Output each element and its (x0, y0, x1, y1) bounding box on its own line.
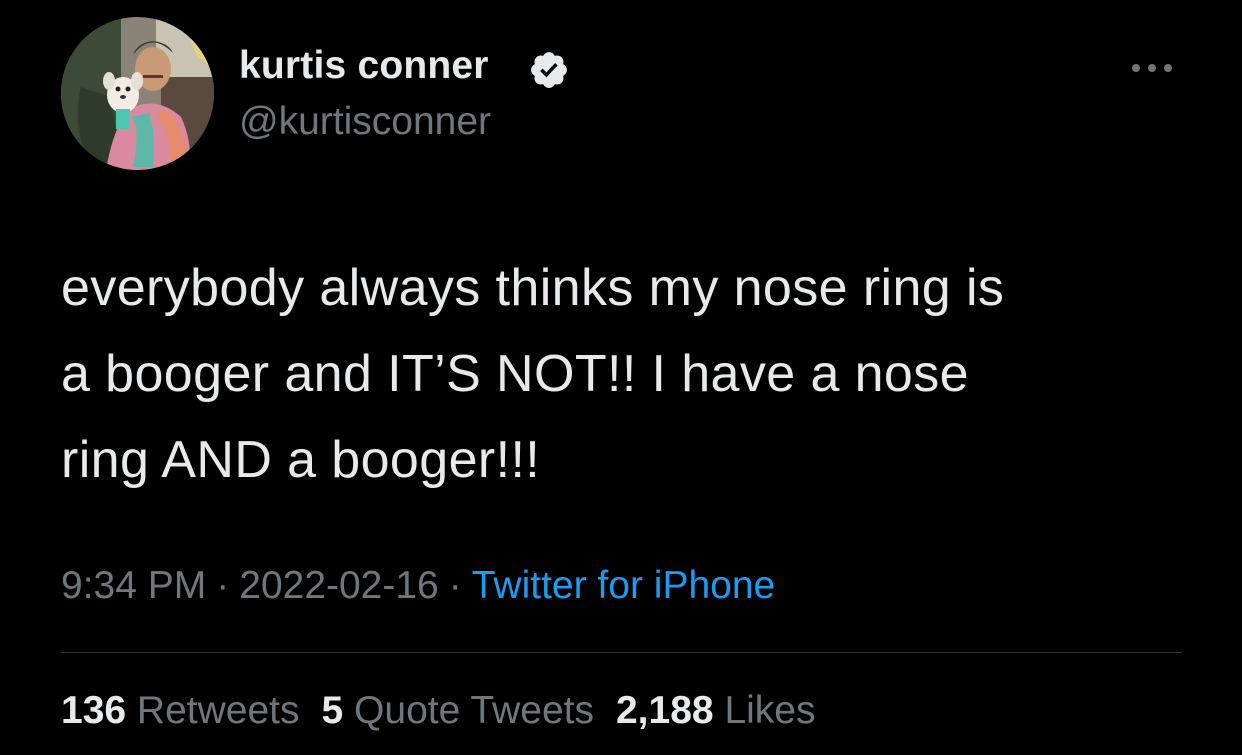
tweet-date[interactable]: 2022-02-16 (239, 564, 439, 607)
tweet-stats: 136 Retweets 5 Quote Tweets 2,188 Likes (61, 689, 837, 733)
retweets-count: 136 (61, 689, 127, 732)
tweet-source-link[interactable]: Twitter for iPhone (472, 564, 775, 607)
likes-count: 2,188 (615, 689, 714, 732)
divider (61, 652, 1182, 653)
tweet-text: everybody always thinks my nose ring is … (61, 259, 1005, 489)
avatar[interactable] (61, 17, 214, 170)
likes-stat[interactable]: 2,188 Likes (616, 689, 816, 732)
more-horizontal-icon[interactable] (1126, 50, 1178, 86)
tweet-card: kurtis conner @kurtisconner everybody al… (0, 0, 1242, 755)
display-name[interactable]: kurtis conner (239, 44, 489, 88)
meta-separator: · (216, 564, 230, 607)
user-handle[interactable]: @kurtisconner (239, 100, 491, 144)
retweets-label: Retweets (136, 689, 300, 732)
likes-label: Likes (724, 689, 816, 732)
retweets-stat[interactable]: 136 Retweets (61, 689, 300, 732)
verified-badge-icon (531, 52, 567, 88)
tweet-time[interactable]: 9:34 PM (61, 564, 206, 607)
quote-tweets-stat[interactable]: 5 Quote Tweets (322, 689, 594, 732)
meta-separator: · (448, 564, 462, 607)
quote-tweets-label: Quote Tweets (354, 689, 594, 732)
quote-tweets-count: 5 (321, 689, 344, 732)
avatar-photo-icon (61, 17, 214, 170)
tweet-meta: 9:34 PM · 2022-02-16 · Twitter for iPhone (61, 564, 775, 608)
